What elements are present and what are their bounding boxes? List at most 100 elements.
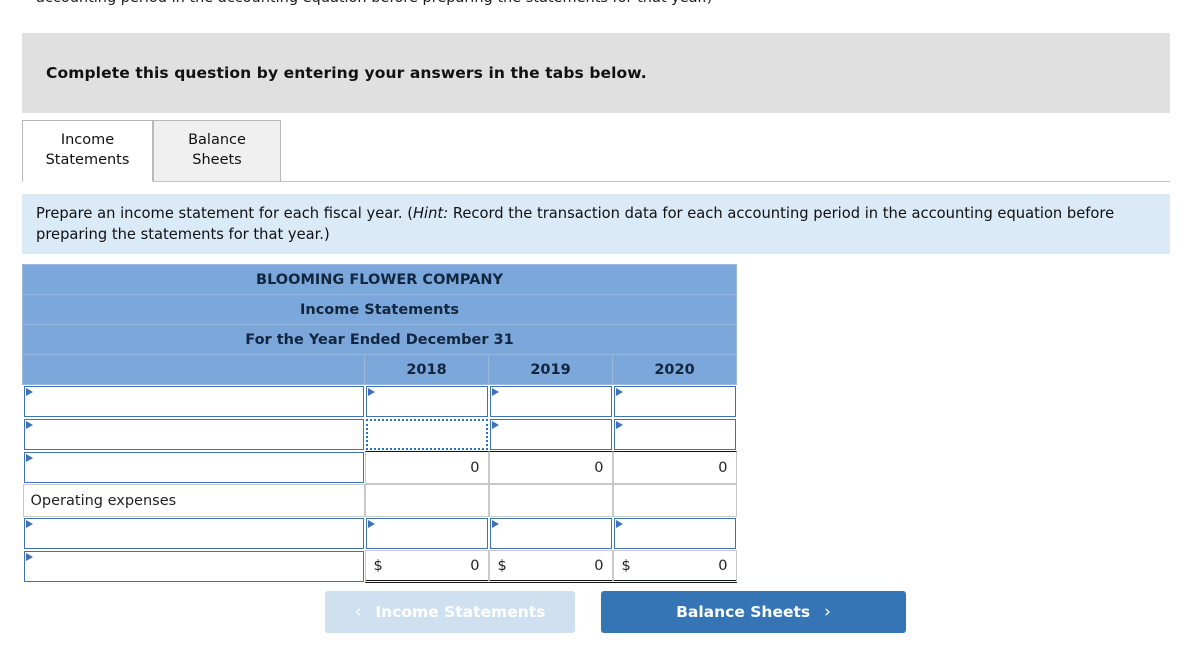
column-header-2018: 2018 bbox=[364, 354, 489, 385]
dropdown-arrow-icon bbox=[25, 520, 33, 528]
tab-income-statements-line2: Statements bbox=[45, 152, 130, 168]
dropdown-arrow-icon bbox=[615, 421, 623, 429]
row-5-2020-total: $ 0 bbox=[612, 550, 737, 583]
statement-period: For the Year Ended December 31 bbox=[21, 324, 738, 355]
row-2-account-select[interactable] bbox=[23, 452, 364, 483]
row-2-2019-value: 0 bbox=[488, 451, 613, 484]
dropdown-arrow-icon bbox=[25, 388, 33, 396]
row-0-2020-input[interactable] bbox=[613, 386, 736, 417]
table-row-column-headers: 2018 2019 2020 bbox=[22, 354, 738, 385]
chevron-left-icon: ‹ bbox=[354, 602, 362, 622]
row-5-2020-value: 0 bbox=[718, 557, 728, 574]
tab-underline bbox=[22, 181, 1170, 182]
dropdown-arrow-icon bbox=[367, 520, 375, 528]
instruction-panel: Prepare an income statement for each fis… bbox=[22, 194, 1170, 254]
instruction-hint-label: Hint: bbox=[413, 205, 449, 222]
row-0-2019-input[interactable] bbox=[489, 386, 612, 417]
row-4-account-select[interactable] bbox=[23, 518, 364, 549]
table-row-company: BLOOMING FLOWER COMPANY bbox=[21, 264, 738, 295]
table-row: Operating expenses bbox=[22, 484, 737, 517]
row-2-2020-value: 0 bbox=[612, 451, 737, 484]
row-2-2018-cell: 0 bbox=[364, 451, 489, 484]
row-5-account-select[interactable] bbox=[23, 551, 364, 582]
table-row-period: For the Year Ended December 31 bbox=[21, 324, 738, 355]
next-balance-sheets-button[interactable]: Balance Sheets › bbox=[601, 591, 906, 633]
dropdown-arrow-icon bbox=[615, 520, 623, 528]
row-5-label-cell bbox=[23, 550, 365, 583]
row-5-2018-total: $ 0 bbox=[364, 550, 489, 583]
statement-company-name: BLOOMING FLOWER COMPANY bbox=[21, 264, 738, 295]
dropdown-arrow-icon bbox=[491, 421, 499, 429]
row-1-account-select[interactable] bbox=[23, 419, 364, 450]
row-5-2018-value: 0 bbox=[470, 557, 480, 574]
prev-button-label: Income Statements bbox=[375, 603, 546, 621]
row-3-2020-value bbox=[612, 484, 737, 517]
currency-symbol: $ bbox=[373, 557, 383, 574]
tab-balance-sheets[interactable]: Balance Sheets bbox=[153, 120, 281, 182]
row-0-2019-cell bbox=[489, 385, 613, 419]
row-5-2019-total: $ 0 bbox=[488, 550, 613, 583]
dropdown-arrow-icon bbox=[25, 421, 33, 429]
dropdown-arrow-icon bbox=[25, 454, 33, 462]
row-2-2018-value: 0 bbox=[364, 451, 489, 484]
row-3-label-cell: Operating expenses bbox=[22, 484, 365, 517]
next-button-label: Balance Sheets bbox=[676, 603, 811, 621]
column-header-blank bbox=[22, 354, 365, 385]
table-row bbox=[23, 385, 737, 419]
row-1-2019-input[interactable] bbox=[489, 419, 612, 450]
statement-title: Income Statements bbox=[21, 294, 738, 325]
row-4-2018-cell bbox=[365, 517, 489, 550]
row-0-2018-input[interactable] bbox=[365, 386, 488, 417]
row-3-2020-cell bbox=[612, 484, 737, 517]
table-row: 0 0 0 bbox=[23, 451, 737, 484]
column-header-2019: 2019 bbox=[488, 354, 613, 385]
instruction-lead: Prepare an income statement for each fis… bbox=[36, 205, 413, 222]
row-3-2018-cell bbox=[364, 484, 489, 517]
row-3-2019-cell bbox=[488, 484, 613, 517]
row-2-2019-cell: 0 bbox=[488, 451, 613, 484]
chevron-right-icon: › bbox=[824, 602, 831, 622]
row-4-2019-input[interactable] bbox=[489, 518, 612, 549]
currency-symbol: $ bbox=[621, 557, 631, 574]
table-row: $ 0 $ 0 $ 0 bbox=[23, 550, 737, 583]
row-1-2018-cell bbox=[365, 418, 489, 451]
row-2-2020-cell: 0 bbox=[612, 451, 737, 484]
row-0-2020-cell bbox=[613, 385, 737, 419]
row-1-2019-cell bbox=[489, 418, 613, 451]
currency-symbol: $ bbox=[497, 557, 507, 574]
column-header-2020: 2020 bbox=[611, 354, 738, 385]
tab-balance-sheets-line2: Sheets bbox=[192, 152, 242, 168]
row-0-label-cell bbox=[23, 385, 365, 419]
dropdown-arrow-icon bbox=[25, 553, 33, 561]
question-banner-title: Complete this question by entering your … bbox=[46, 64, 647, 82]
row-4-2018-input[interactable] bbox=[365, 518, 488, 549]
row-0-account-select[interactable] bbox=[23, 386, 364, 417]
prev-income-statements-button[interactable]: ‹ Income Statements bbox=[325, 591, 575, 633]
row-0-2018-cell bbox=[365, 385, 489, 419]
row-1-label-cell bbox=[23, 418, 365, 451]
clipped-top-text: accounting period in the accounting equa… bbox=[36, 0, 1166, 8]
row-4-2020-cell bbox=[613, 517, 737, 550]
row-4-label-cell bbox=[23, 517, 365, 550]
row-5-2018-cell: $ 0 bbox=[364, 550, 489, 583]
row-5-2019-cell: $ 0 bbox=[488, 550, 613, 583]
row-1-2018-input[interactable] bbox=[365, 419, 488, 450]
row-4-2020-input[interactable] bbox=[613, 518, 736, 549]
tab-income-statements[interactable]: Income Statements bbox=[22, 120, 153, 182]
tab-strip: Income Statements Balance Sheets bbox=[22, 120, 1170, 183]
row-2-label-cell bbox=[23, 451, 365, 484]
table-row-statement-title: Income Statements bbox=[21, 294, 738, 325]
row-3-2019-value bbox=[488, 484, 613, 517]
dropdown-arrow-icon bbox=[615, 388, 623, 396]
row-3-label-value: Operating expenses bbox=[22, 484, 365, 517]
table-row bbox=[23, 517, 737, 550]
income-statement-table: BLOOMING FLOWER COMPANY Income Statement… bbox=[21, 264, 738, 583]
row-4-2019-cell bbox=[489, 517, 613, 550]
row-5-2019-value: 0 bbox=[594, 557, 604, 574]
row-5-2020-cell: $ 0 bbox=[612, 550, 737, 583]
dropdown-arrow-icon bbox=[491, 388, 499, 396]
row-1-2020-cell bbox=[613, 418, 737, 451]
dropdown-arrow-icon bbox=[491, 520, 499, 528]
table-row bbox=[23, 418, 737, 451]
row-1-2020-input[interactable] bbox=[613, 419, 736, 450]
